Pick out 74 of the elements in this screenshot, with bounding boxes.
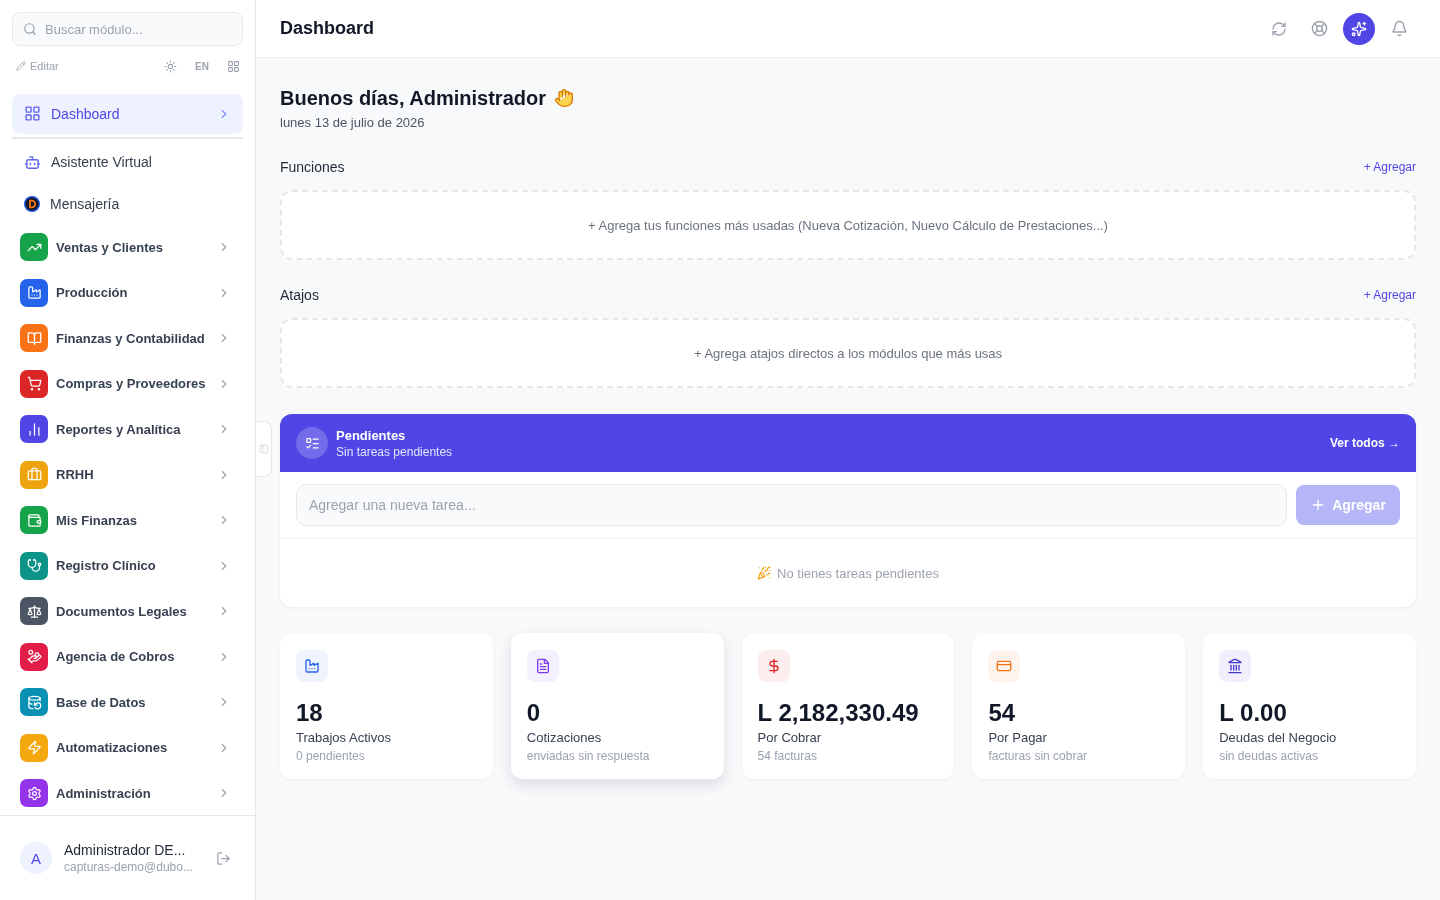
sidebar-item[interactable]: Base de Datos: [12, 680, 243, 725]
page-title: Dashboard: [280, 18, 376, 39]
sidebar-item[interactable]: Administración: [12, 771, 243, 815]
stat-label: Cotizaciones: [526, 729, 603, 747]
sidebar-item[interactable]: Mis Finanzas: [12, 498, 243, 543]
stat-detail: enviadas sin respuesta: [526, 748, 651, 765]
checklist-icon: [296, 427, 328, 459]
user-avatar: A: [20, 842, 52, 874]
user-email: capturas-demo@dubo...: [64, 860, 194, 874]
ai-assistant-button[interactable]: [1343, 12, 1375, 45]
sidebar-item[interactable]: Agencia de Cobros: [12, 635, 243, 679]
search-icon: [23, 22, 37, 36]
sparkles-icon: [1351, 20, 1367, 37]
empty-drop-zone[interactable]: + Agrega atajos directos a los módulos que más usas: [280, 318, 1416, 388]
party-popper-icon: [757, 566, 772, 580]
date-text: lunes 13 de julio de 2026: [280, 114, 426, 132]
stat-value: L 0.00: [1219, 698, 1288, 728]
stat-card[interactable]: 54 Por Pagar facturas sin cobrar: [972, 633, 1186, 779]
tasks-title: Pendientes: [336, 427, 407, 443]
sidebar-item[interactable]: Registro Clínico: [12, 544, 243, 588]
stat-value: 0: [526, 698, 542, 728]
section-title: Atajos: [280, 287, 319, 303]
chat-logo-icon: [24, 195, 40, 212]
sidebar-item[interactable]: RRHH: [12, 453, 243, 497]
stat-detail: facturas sin cobrar: [988, 748, 1089, 765]
sidebar-item[interactable]: Ventas y Clientes: [12, 225, 243, 270]
empty-drop-zone[interactable]: + Agrega tus funciones más usadas (Nueva Cotización, Nuevo Cálculo de Prestaciones...): [280, 190, 1416, 260]
stat-detail: 0 pendientes: [296, 748, 366, 765]
stat-card[interactable]: L 0.00 Deudas del Negocio sin deudas activas: [1203, 633, 1416, 779]
section-title: Funciones: [280, 159, 345, 175]
bell-icon: [1390, 20, 1408, 37]
empty-tasks-text: No tienes tareas pendientes: [777, 565, 939, 581]
sidebar-item[interactable]: Mensajería: [12, 184, 243, 224]
collapse-sidebar-button[interactable]: [256, 421, 272, 477]
refresh-icon: [1271, 20, 1287, 37]
stat-label: Por Cobrar: [757, 729, 823, 747]
stat-detail: sin deudas activas: [1219, 748, 1319, 765]
stat-value: L 2,182,330.49: [757, 698, 920, 728]
sidebar-item[interactable]: Reportes y Analítica: [12, 407, 243, 452]
pencil-icon: [16, 61, 26, 71]
panel-icon: [258, 444, 269, 454]
sidebar-item[interactable]: Asistente Virtual: [12, 142, 243, 183]
sidebar-item[interactable]: Automatizaciones: [12, 726, 243, 770]
stat-detail: 54 facturas: [757, 748, 818, 765]
add-link[interactable]: + Agregar: [1363, 160, 1416, 174]
task-input[interactable]: Agregar una nueva tarea...: [296, 484, 1287, 526]
stat-card[interactable]: L 2,182,330.49 Por Cobrar 54 facturas: [741, 633, 955, 779]
stat-card[interactable]: 0 Cotizaciones enviadas sin respuesta: [510, 633, 724, 779]
stat-value: 54: [988, 698, 1017, 728]
user-name: Administrador DE...: [64, 842, 187, 858]
logout-button[interactable]: [216, 850, 231, 866]
hand-icon: [553, 88, 574, 108]
theme-toggle-button[interactable]: [164, 57, 178, 75]
search-field[interactable]: Buscar módulo...: [12, 12, 243, 46]
stat-label: Deudas del Negocio: [1219, 729, 1338, 747]
add-link[interactable]: + Agregar: [1363, 288, 1416, 302]
sun-icon: [164, 59, 178, 73]
stat-label: Por Pagar: [988, 729, 1048, 747]
view-all-link[interactable]: Ver todos →: [1330, 436, 1400, 450]
stat-label: Trabajos Activos: [296, 729, 392, 747]
sidebar-item[interactable]: Documentos Legales: [12, 589, 243, 634]
robot-icon: [24, 153, 41, 171]
greeting-title: Buenos días, Administrador: [280, 86, 546, 110]
grid-icon: [227, 59, 240, 73]
sidebar-item[interactable]: Compras y Proveedores: [12, 362, 243, 406]
grid-icon: [24, 105, 41, 123]
logout-icon: [216, 850, 231, 866]
sidebar-item[interactable]: Dashboard: [12, 94, 243, 134]
stat-card[interactable]: 18 Trabajos Activos 0 pendientes: [280, 633, 493, 779]
stat-value: 18: [296, 698, 324, 728]
sidebar-item[interactable]: Finanzas y Contabilidad: [12, 316, 243, 361]
lifebuoy-icon: [1310, 20, 1328, 37]
tasks-subtitle: Sin tareas pendientes: [336, 444, 454, 459]
sidebar-item[interactable]: Producción: [12, 271, 243, 315]
